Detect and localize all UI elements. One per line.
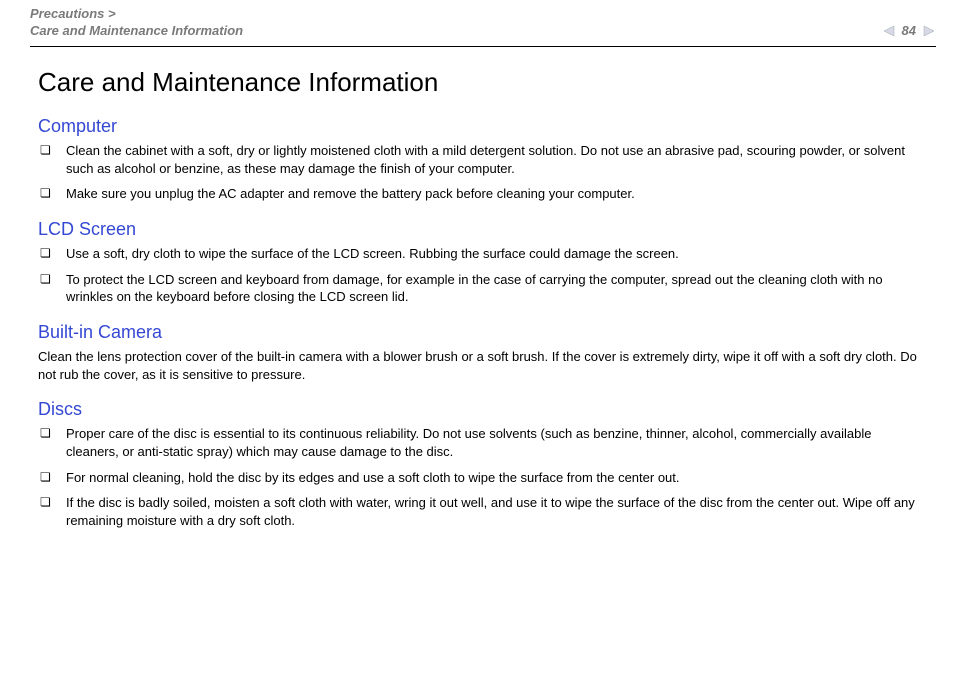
list-item: Make sure you unplug the AC adapter and … — [38, 185, 924, 203]
breadcrumb-line-2: Care and Maintenance Information — [30, 23, 243, 40]
list-item: Proper care of the disc is essential to … — [38, 425, 924, 460]
page-number: 84 — [902, 22, 916, 40]
section-heading-computer: Computer — [38, 114, 924, 138]
next-page-icon[interactable] — [922, 24, 936, 38]
list-item: To protect the LCD screen and keyboard f… — [38, 271, 924, 306]
prev-page-icon[interactable] — [882, 24, 896, 38]
section-heading-discs: Discs — [38, 397, 924, 421]
list-item: Use a soft, dry cloth to wipe the surfac… — [38, 245, 924, 263]
breadcrumb-line-1: Precautions > — [30, 6, 243, 23]
content-area: Care and Maintenance Information Compute… — [0, 47, 954, 529]
page-header: Precautions > Care and Maintenance Infor… — [0, 0, 954, 44]
list-item: Clean the cabinet with a soft, dry or li… — [38, 142, 924, 177]
list-item: If the disc is badly soiled, moisten a s… — [38, 494, 924, 529]
breadcrumb: Precautions > Care and Maintenance Infor… — [30, 6, 243, 40]
page-nav-group: 84 — [882, 22, 936, 40]
lcd-list: Use a soft, dry cloth to wipe the surfac… — [38, 245, 924, 306]
list-item: For normal cleaning, hold the disc by it… — [38, 469, 924, 487]
section-heading-lcd: LCD Screen — [38, 217, 924, 241]
page-title: Care and Maintenance Information — [38, 65, 924, 100]
camera-paragraph: Clean the lens protection cover of the b… — [38, 348, 924, 383]
computer-list: Clean the cabinet with a soft, dry or li… — [38, 142, 924, 203]
section-heading-camera: Built-in Camera — [38, 320, 924, 344]
discs-list: Proper care of the disc is essential to … — [38, 425, 924, 529]
